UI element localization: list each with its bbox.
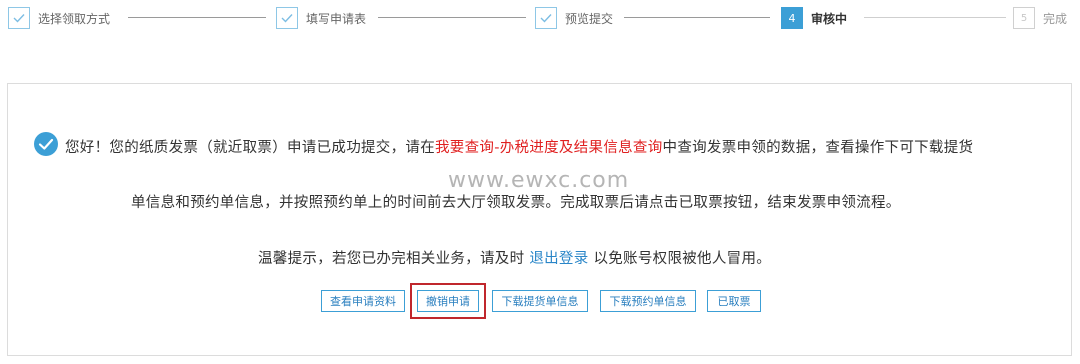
download-pickup-button[interactable]: 下载提货单信息 xyxy=(492,290,588,312)
logout-link[interactable]: 退出登录 xyxy=(529,251,588,267)
step-connector xyxy=(378,17,526,18)
watermark: www.ewxc.com xyxy=(448,168,630,193)
check-icon xyxy=(276,7,298,29)
tip-text: 温馨提示，若您已办完相关业务，请及时 xyxy=(258,251,525,267)
step-fill-form: 填写申请表 xyxy=(276,5,366,31)
step-select-method: 选择领取方式 xyxy=(8,5,110,31)
view-application-button[interactable]: 查看申请资料 xyxy=(321,290,405,312)
message-line-1: 您好！您的纸质发票（就近取票）申请已成功提交，请在我要查询-办税进度及结果信息查… xyxy=(65,136,973,157)
step-number: 5 xyxy=(1013,7,1035,29)
message-text: 您好！您的纸质发票（就近取票）申请已成功提交，请在 xyxy=(65,140,435,156)
step-complete: 5 完成 xyxy=(1013,5,1067,31)
check-icon xyxy=(535,7,557,29)
step-number: 4 xyxy=(781,7,803,29)
progress-steps: 选择领取方式 填写申请表 预览提交 4 审核中 5 完成 xyxy=(0,0,1080,36)
step-label: 预览提交 xyxy=(565,11,614,26)
step-connector xyxy=(128,17,266,18)
download-appointment-button[interactable]: 下载预约单信息 xyxy=(600,290,696,312)
tip-text: 以免账号权限被他人冒用。 xyxy=(593,251,772,267)
step-label: 填写申请表 xyxy=(306,11,367,26)
message-line-3: 温馨提示，若您已办完相关业务，请及时 退出登录 以免账号权限被他人冒用。 xyxy=(258,247,771,268)
step-label: 完成 xyxy=(1043,11,1068,26)
step-connector xyxy=(864,17,1006,18)
step-under-review: 4 审核中 xyxy=(781,5,847,31)
picked-up-button[interactable]: 已取票 xyxy=(707,290,761,312)
action-buttons: 查看申请资料 撤销申请 下载提货单信息 下载预约单信息 已取票 xyxy=(8,283,1071,319)
message-line-2: 单信息和预约单信息，并按照预约单上的时间前去大厅领取发票。完成取票后请点击已取票… xyxy=(131,195,901,211)
revoke-application-button[interactable]: 撤销申请 xyxy=(417,290,479,312)
step-label: 选择领取方式 xyxy=(38,11,111,26)
success-check-icon xyxy=(33,131,59,157)
check-icon xyxy=(8,7,30,29)
step-label: 审核中 xyxy=(811,11,848,26)
step-preview-submit: 预览提交 xyxy=(535,5,613,31)
query-path-highlight: 我要查询-办税进度及结果信息查询 xyxy=(435,140,663,156)
step-connector xyxy=(624,17,770,18)
result-panel: 您好！您的纸质发票（就近取票）申请已成功提交，请在我要查询-办税进度及结果信息查… xyxy=(7,83,1072,356)
message-text: 中查询发票申领的数据，查看操作下可下载提货 xyxy=(662,140,974,156)
